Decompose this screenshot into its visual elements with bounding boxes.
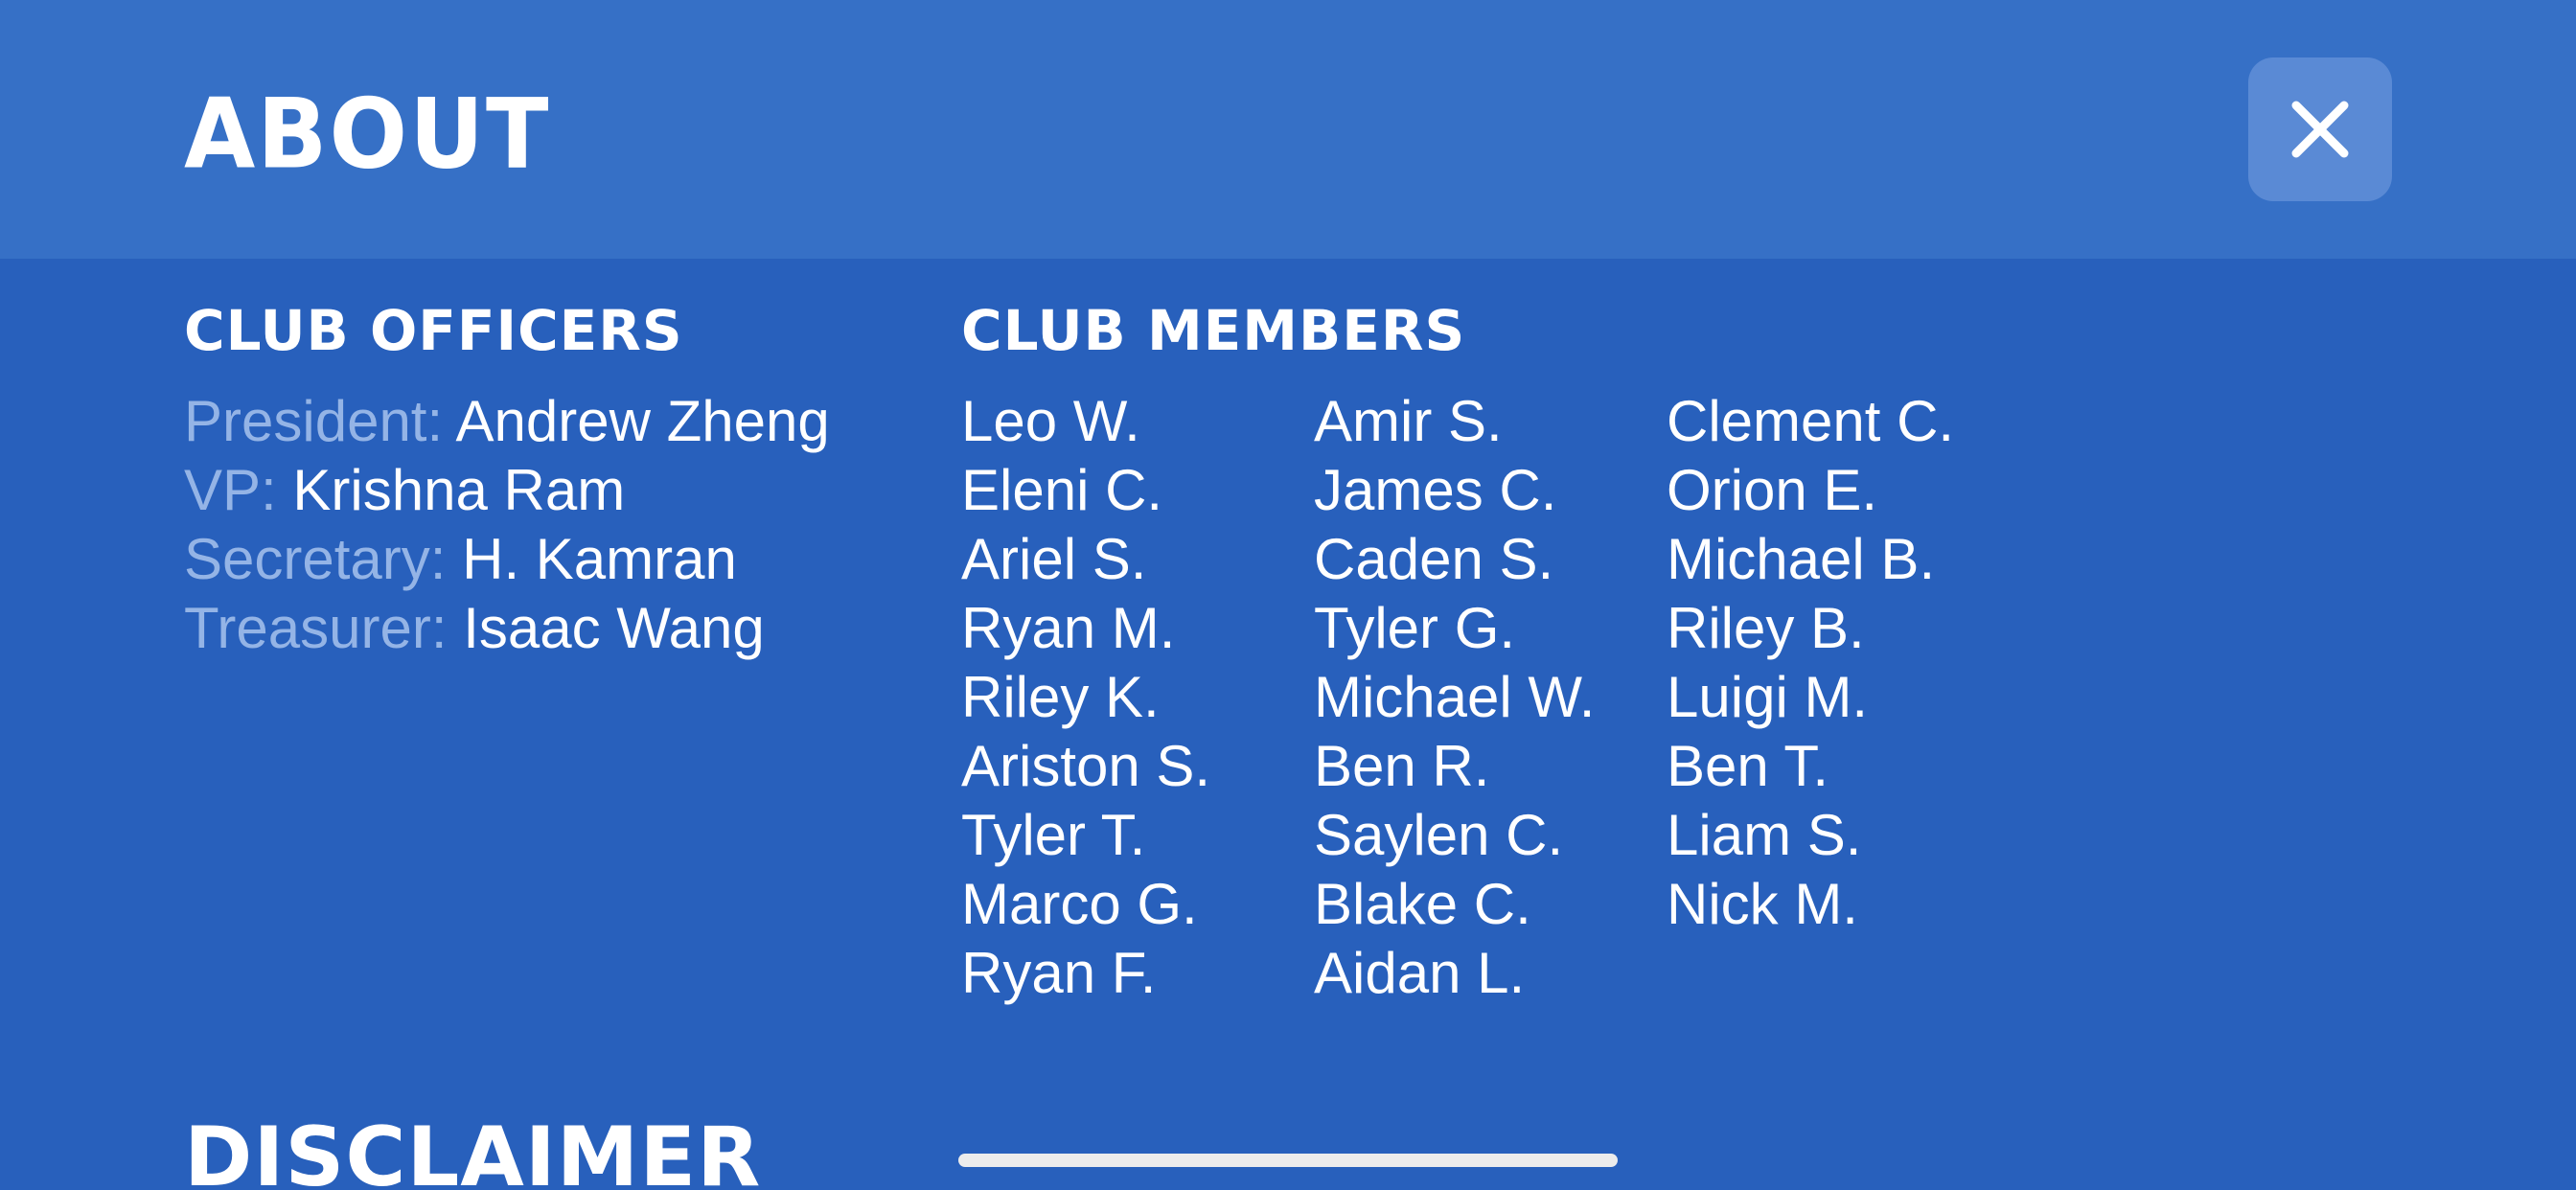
officer-role: Secretary: [184,527,447,591]
member-name: Saylen C. [1314,803,1564,867]
officer-name: Andrew Zheng [455,389,830,453]
officer-list: President: Andrew Zheng VP: Krishna Ram … [184,387,830,663]
member-name: Michael B. [1667,527,1936,591]
member-column-2: Amir S. James C. Caden S. Tyler G. Micha… [1314,387,1595,1008]
disclaimer-heading: DISCLAIMER [184,1110,762,1190]
member-name: Clement C. [1667,389,1955,453]
home-indicator[interactable] [958,1154,1618,1167]
page-title: ABOUT [184,77,551,191]
member-name: Riley K. [961,665,1160,729]
member-name: Michael W. [1314,665,1596,729]
member-name: Caden S. [1314,527,1554,591]
member-name: Riley B. [1667,596,1865,660]
member-name: Ben R. [1314,734,1490,798]
member-name: Eleni C. [961,458,1163,522]
officer-row: President: Andrew Zheng [184,387,830,456]
member-name: Nick M. [1667,872,1858,936]
member-name: Ariel S. [961,527,1147,591]
officers-heading: CLUB OFFICERS [184,298,683,363]
officer-row: Treasurer: Isaac Wang [184,594,830,663]
member-name: Marco G. [961,872,1198,936]
member-name: Ryan F. [961,941,1157,1005]
member-name: Tyler G. [1314,596,1516,660]
header-bar: ABOUT [0,0,2576,259]
member-name: Leo W. [961,389,1140,453]
officer-row: Secretary: H. Kamran [184,525,830,594]
members-heading: CLUB MEMBERS [961,298,1466,363]
member-name: Amir S. [1314,389,1503,453]
member-name: Blake C. [1314,872,1531,936]
officer-role: VP: [184,458,277,522]
close-button[interactable] [2248,57,2392,201]
officer-name: Isaac Wang [463,596,765,660]
officer-role: President: [184,389,444,453]
member-column-1: Leo W. Eleni C. Ariel S. Ryan M. Riley K… [961,387,1210,1008]
member-name: Luigi M. [1667,665,1869,729]
officer-row: VP: Krishna Ram [184,456,830,525]
officer-role: Treasurer: [184,596,448,660]
member-name: Ariston S. [961,734,1211,798]
close-icon [2291,101,2349,158]
member-name: Liam S. [1667,803,1862,867]
member-name: Aidan L. [1314,941,1526,1005]
officer-name: H. Kamran [462,527,737,591]
member-column-3: Clement C. Orion E. Michael B. Riley B. … [1667,387,1954,939]
member-name: Orion E. [1667,458,1878,522]
member-name: James C. [1314,458,1557,522]
officer-name: Krishna Ram [292,458,626,522]
member-name: Tyler T. [961,803,1146,867]
member-name: Ryan M. [961,596,1176,660]
member-name: Ben T. [1667,734,1829,798]
